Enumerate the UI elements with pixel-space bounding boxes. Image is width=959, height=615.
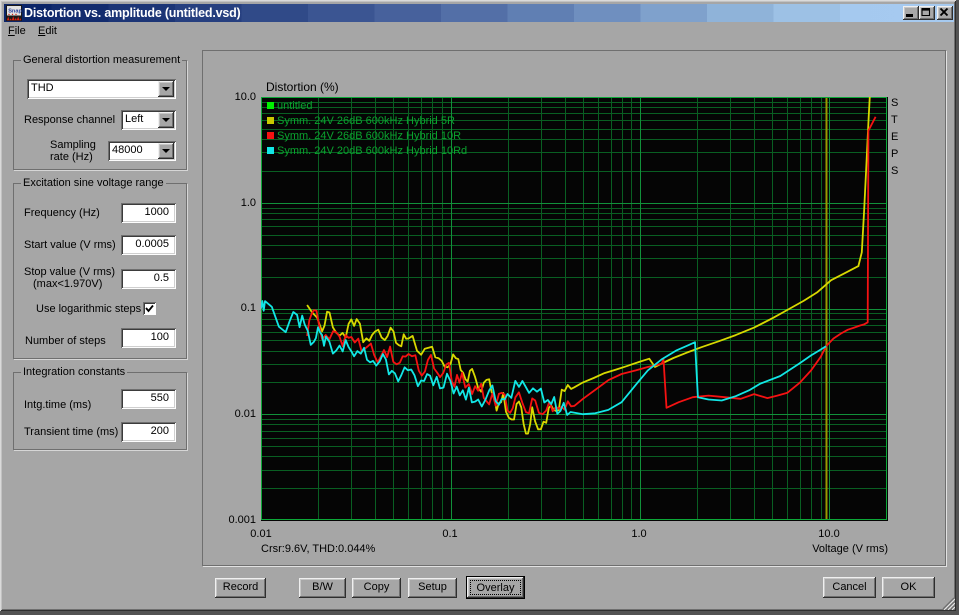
svg-text:Symm. 24V 26dB 600kHz Hybrid 1: Symm. 24V 26dB 600kHz Hybrid 10R bbox=[277, 130, 461, 142]
svg-text:Snap: Snap bbox=[8, 9, 22, 15]
svg-text:untitled: untitled bbox=[277, 100, 312, 112]
svg-text:Symm. 24V 26dB 600kHz Hybrid 5: Symm. 24V 26dB 600kHz Hybrid 5R bbox=[277, 115, 455, 127]
svg-text:Symm. 24V 20dB 600kHz Hybrid 1: Symm. 24V 20dB 600kHz Hybrid 10Rd bbox=[277, 145, 467, 157]
